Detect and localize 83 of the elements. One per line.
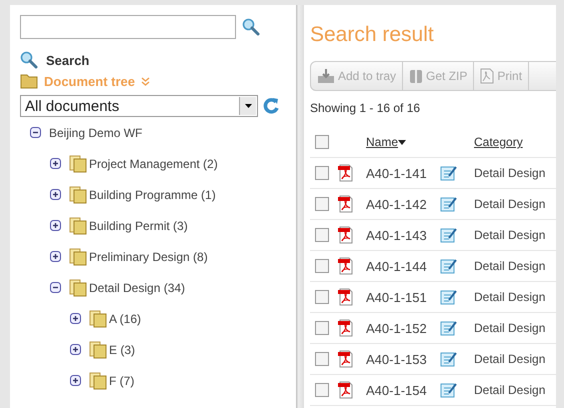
select-all-checkbox[interactable] xyxy=(315,135,329,149)
search-result-title: Search result xyxy=(310,23,435,47)
table-cell-text: Detail Design xyxy=(474,290,546,304)
table-cell-text: Detail Design xyxy=(474,352,546,366)
tray-download-icon xyxy=(317,68,335,84)
expand-toggle[interactable] xyxy=(50,220,61,231)
row-checkbox[interactable] xyxy=(315,352,329,366)
folder-stack-icon xyxy=(89,340,109,358)
table-cell-text: Detail Design xyxy=(474,166,546,180)
search-link[interactable]: Search xyxy=(46,52,90,68)
table-cell-text: Detail Design xyxy=(474,197,546,211)
tree-item[interactable]: Preliminary Design (8) xyxy=(89,250,208,264)
search-field[interactable] xyxy=(20,15,236,39)
table-cell-text: Detail Design xyxy=(474,383,546,397)
table-cell-text: A40-1-153 xyxy=(366,352,428,366)
table-cell-text: A40-1-143 xyxy=(366,228,428,242)
table-cell-text: A40-1-151 xyxy=(366,290,428,304)
pdf-file-icon xyxy=(338,226,354,244)
edit-icon[interactable] xyxy=(440,227,458,243)
pdf-file-icon xyxy=(338,164,354,182)
sort-icon xyxy=(398,140,406,144)
row-checkbox[interactable] xyxy=(315,290,329,304)
edit-icon[interactable] xyxy=(440,258,458,274)
refresh-icon[interactable] xyxy=(262,97,280,115)
row-checkbox[interactable] xyxy=(315,166,329,180)
pdf-file-icon xyxy=(338,288,354,306)
edit-icon[interactable] xyxy=(440,382,458,398)
edit-icon[interactable] xyxy=(440,165,458,181)
archive-icon xyxy=(409,68,424,84)
tree-item[interactable]: Building Programme (1) xyxy=(89,188,216,202)
tree-item[interactable]: Beijing Demo WF xyxy=(49,126,142,140)
tree-item[interactable]: Project Management (2) xyxy=(89,156,218,170)
table-cell-text: Detail Design xyxy=(474,228,546,242)
expand-toggle[interactable] xyxy=(50,189,61,200)
collapse-toggle[interactable] xyxy=(50,282,61,293)
column-header[interactable]: Category xyxy=(474,135,556,149)
edit-icon[interactable] xyxy=(440,289,458,305)
folder-stack-icon xyxy=(69,216,89,234)
edit-icon[interactable] xyxy=(440,320,458,336)
table-cell-text: A40-1-144 xyxy=(366,258,428,274)
folder-stack-icon xyxy=(69,248,89,266)
folder-stack-icon xyxy=(69,186,89,204)
pdf-file-icon xyxy=(338,195,354,213)
expand-toggle[interactable] xyxy=(70,313,81,324)
expand-toggle[interactable] xyxy=(50,251,61,262)
row-checkbox[interactable] xyxy=(315,197,329,211)
tree-item[interactable]: E (3) xyxy=(109,342,136,356)
folder-stack-icon xyxy=(89,372,109,390)
tree-item[interactable]: Building Permit (3) xyxy=(89,218,188,232)
table-cell-text: A40-1-154 xyxy=(366,382,428,398)
row-checkbox[interactable] xyxy=(315,321,329,335)
table-cell-text: Detail Design xyxy=(474,321,546,335)
table-cell-text: A40-1-141 xyxy=(366,166,428,180)
folder-stack-icon xyxy=(69,154,89,172)
row-checkbox[interactable] xyxy=(315,259,329,273)
folder-icon xyxy=(20,73,38,89)
pdf-file-icon xyxy=(480,68,494,84)
table-cell-text: Detail Design xyxy=(474,259,546,273)
folder-stack-icon xyxy=(89,310,109,328)
row-checkbox[interactable] xyxy=(315,228,329,242)
search-icon[interactable] xyxy=(20,51,38,69)
expand-toggle[interactable] xyxy=(70,375,81,386)
tree-item[interactable]: F (7) xyxy=(109,374,134,388)
row-checkbox[interactable] xyxy=(315,383,329,397)
table-cell-text: A40-1-142 xyxy=(366,196,428,212)
pdf-file-icon xyxy=(338,319,354,337)
pdf-file-icon xyxy=(338,257,354,275)
paging-info: Showing 1 - 16 of 16 xyxy=(310,101,422,115)
folder-stack-icon xyxy=(69,278,89,296)
edit-icon[interactable] xyxy=(440,351,458,367)
scope-dropdown[interactable]: All documents xyxy=(20,95,258,117)
table-cell-text: A40-1-152 xyxy=(366,320,428,336)
expand-toggle[interactable] xyxy=(50,158,61,169)
tree-item[interactable]: A (16) xyxy=(109,312,142,326)
edit-icon[interactable] xyxy=(440,196,458,212)
collapse-toggle[interactable] xyxy=(30,127,41,138)
search-icon[interactable] xyxy=(242,18,260,36)
expand-toggle[interactable] xyxy=(70,344,81,355)
tree-item[interactable]: Detail Design (34) xyxy=(89,280,186,294)
pdf-file-icon xyxy=(338,381,354,399)
column-header[interactable]: Name xyxy=(366,135,440,149)
pdf-file-icon xyxy=(338,350,354,368)
caret-icon[interactable] xyxy=(244,104,252,108)
